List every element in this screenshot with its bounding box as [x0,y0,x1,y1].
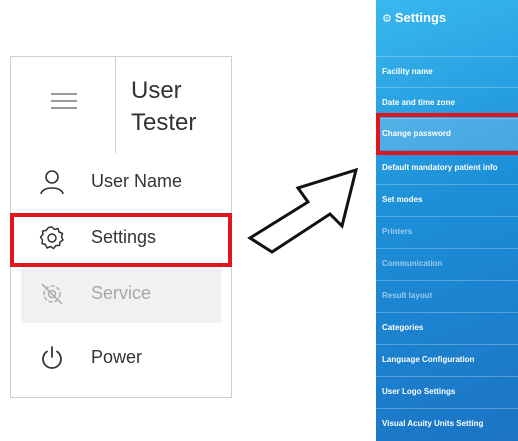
settings-panel: ⚙ Settings Facility name Date and time zo… [376,0,518,441]
settings-item-label: Date and time zone [382,98,455,107]
menu-item-service: Service [21,267,221,323]
change-password-highlight-box [376,113,518,155]
settings-item-printers: Printers [376,216,518,248]
settings-item-label: Result layout [382,291,433,300]
settings-title-text: Settings [394,10,447,25]
settings-item-visual-acuity-units[interactable]: Visual Acuity Units Setting [376,408,518,440]
settings-item-label: Set modes [382,195,423,204]
menu-item-power[interactable]: Power [11,331,231,387]
arrow-icon [247,167,359,254]
menu-item-user-name[interactable]: User Name [11,155,231,211]
settings-highlight-box [10,213,232,267]
settings-item-user-logo-settings[interactable]: User Logo Settings [376,376,518,408]
settings-item-label: Facility name [382,67,433,76]
header-divider [115,57,116,153]
settings-item-default-mandatory-patient-info[interactable]: Default mandatory patient info [376,152,518,184]
settings-item-label: Default mandatory patient info [382,163,498,172]
settings-item-label: Categories [382,323,424,332]
settings-item-facility-name[interactable]: Facility name [376,56,518,88]
menu-header: User Tester [11,57,231,153]
hamburger-icon[interactable] [51,93,77,111]
settings-item-set-modes[interactable]: Set modes [376,184,518,216]
menu-item-label: User Name [91,171,183,191]
menu-item-label: Power [91,347,143,367]
settings-item-categories[interactable]: Categories [376,312,518,344]
gear-icon: ⚙ [382,13,392,25]
settings-item-label: User Logo Settings [382,387,456,396]
settings-panel-title: ⚙ Settings [382,10,446,25]
settings-item-result-layout: Result layout [376,280,518,312]
settings-item-communication: Communication [376,248,518,280]
user-icon [39,169,65,195]
user-display-name: User Tester [131,77,197,136]
settings-item-label: Visual Acuity Units Setting [382,419,484,428]
settings-item-label: Printers [382,227,413,236]
settings-item-language-configuration[interactable]: Language Configuration [376,344,518,376]
menu-item-label: Service [91,283,152,303]
power-icon [39,345,65,371]
service-icon [39,281,65,307]
settings-item-label: Language Configuration [382,355,475,364]
settings-item-label: Communication [382,259,443,268]
